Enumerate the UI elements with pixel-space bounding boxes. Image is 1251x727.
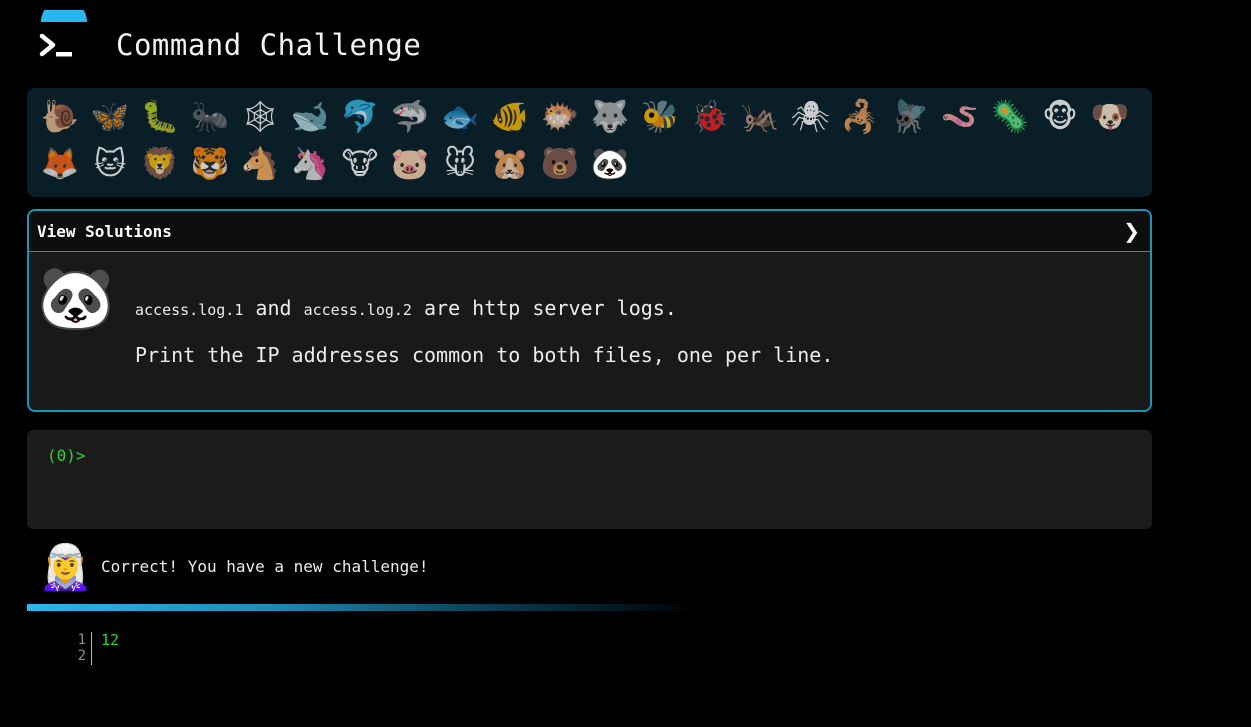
challenge-description: 🐼 access.log.1 and access.log.2 are http… — [29, 252, 1150, 410]
blowfish-icon[interactable]: 🐡 — [535, 94, 585, 141]
cat-icon[interactable]: 🐱 — [85, 141, 135, 188]
fox-icon[interactable]: 🦊 — [35, 141, 85, 188]
butterfly-icon[interactable]: 🦋 — [85, 94, 135, 141]
pig-icon[interactable]: 🐷 — [385, 141, 435, 188]
bear-icon[interactable]: 🐻 — [535, 141, 585, 188]
whale-icon[interactable]: 🐋 — [285, 94, 335, 141]
output-line-numbers: 1 2 — [66, 632, 86, 664]
tiger-icon[interactable]: 🐯 — [185, 141, 235, 188]
solutions-panel: View Solutions ❯ 🐼 access.log.1 and acce… — [27, 209, 1152, 412]
scorpion-icon[interactable]: 🦂 — [835, 94, 885, 141]
mouse-icon[interactable]: 🐭 — [435, 141, 485, 188]
fish-icon[interactable]: 🐟 — [435, 94, 485, 141]
terminal-input[interactable]: (0)> — [27, 430, 1152, 529]
dog-icon[interactable]: 🐶 — [1085, 94, 1135, 141]
spider-web-icon[interactable]: 🕸 — [235, 94, 285, 141]
notification-message: Correct! You have a new challenge! — [101, 557, 429, 576]
filename-access-log-2: access.log.2 — [303, 301, 412, 319]
elf-avatar-icon: 🧝‍♀️ — [38, 542, 93, 593]
caterpillar-icon[interactable]: 🐛 — [135, 94, 185, 141]
challenge-line-2: Print the IP addresses common to both fi… — [135, 343, 834, 367]
snail-icon[interactable]: 🐌 — [35, 94, 85, 141]
chevron-right-icon: ❯ — [1123, 219, 1140, 243]
animal-selector: 🐌 🦋 🐛 🐜 🕸 🐋 🐬 🦈 🐟 🐠 🐡 🐺 🐝 🐞 🦗 🕷 🦂 🪰 🪱 🦠 🐵 🐶 🦊 🐱 🦁 🐯 🐴 🦄 🐮 🐷 🐭 🐹 🐻 🐼 — [27, 88, 1152, 197]
terminal-prompt: (0)> — [47, 446, 86, 465]
shark-icon[interactable]: 🦈 — [385, 94, 435, 141]
lion-icon[interactable]: 🦁 — [135, 141, 185, 188]
horse-icon[interactable]: 🐴 — [235, 141, 285, 188]
challenge-line-1-rest: are http server logs. — [411, 296, 677, 320]
monkey-icon[interactable]: 🐵 — [1035, 94, 1085, 141]
filename-access-log-1: access.log.1 — [135, 301, 244, 319]
app-icon — [36, 0, 92, 66]
unicorn-icon[interactable]: 🦄 — [285, 141, 335, 188]
spider-icon[interactable]: 🕷 — [785, 94, 835, 141]
ladybug-icon[interactable]: 🐞 — [685, 94, 735, 141]
view-solutions-toggle[interactable]: View Solutions ❯ — [29, 211, 1150, 252]
panda-avatar-icon: 🐼 — [37, 261, 115, 334]
and-text: and — [243, 296, 304, 320]
ant-icon[interactable]: 🐜 — [185, 94, 235, 141]
terminal-prompt-icon — [39, 0, 87, 57]
panda-icon[interactable]: 🐼 — [585, 141, 635, 188]
cow-icon[interactable]: 🐮 — [335, 141, 385, 188]
tropical-fish-icon[interactable]: 🐠 — [485, 94, 535, 141]
challenge-line-1: access.log.1 and access.log.2 are http s… — [135, 296, 677, 320]
bee-icon[interactable]: 🐝 — [635, 94, 685, 141]
microbe-icon[interactable]: 🦠 — [985, 94, 1035, 141]
line-number: 2 — [77, 648, 86, 664]
gutter-divider — [91, 632, 92, 665]
hamster-icon[interactable]: 🐹 — [485, 141, 535, 188]
view-solutions-label: View Solutions — [37, 221, 172, 241]
fly-icon[interactable]: 🪰 — [885, 94, 935, 141]
line-number: 1 — [77, 632, 86, 648]
dolphin-icon[interactable]: 🐬 — [335, 94, 385, 141]
cricket-icon[interactable]: 🦗 — [735, 94, 785, 141]
worm-icon[interactable]: 🪱 — [935, 94, 985, 141]
progress-bar — [27, 604, 697, 611]
page-title: Command Challenge — [116, 28, 422, 62]
wolf-icon[interactable]: 🐺 — [585, 94, 635, 141]
output-line: 12 — [101, 631, 120, 649]
